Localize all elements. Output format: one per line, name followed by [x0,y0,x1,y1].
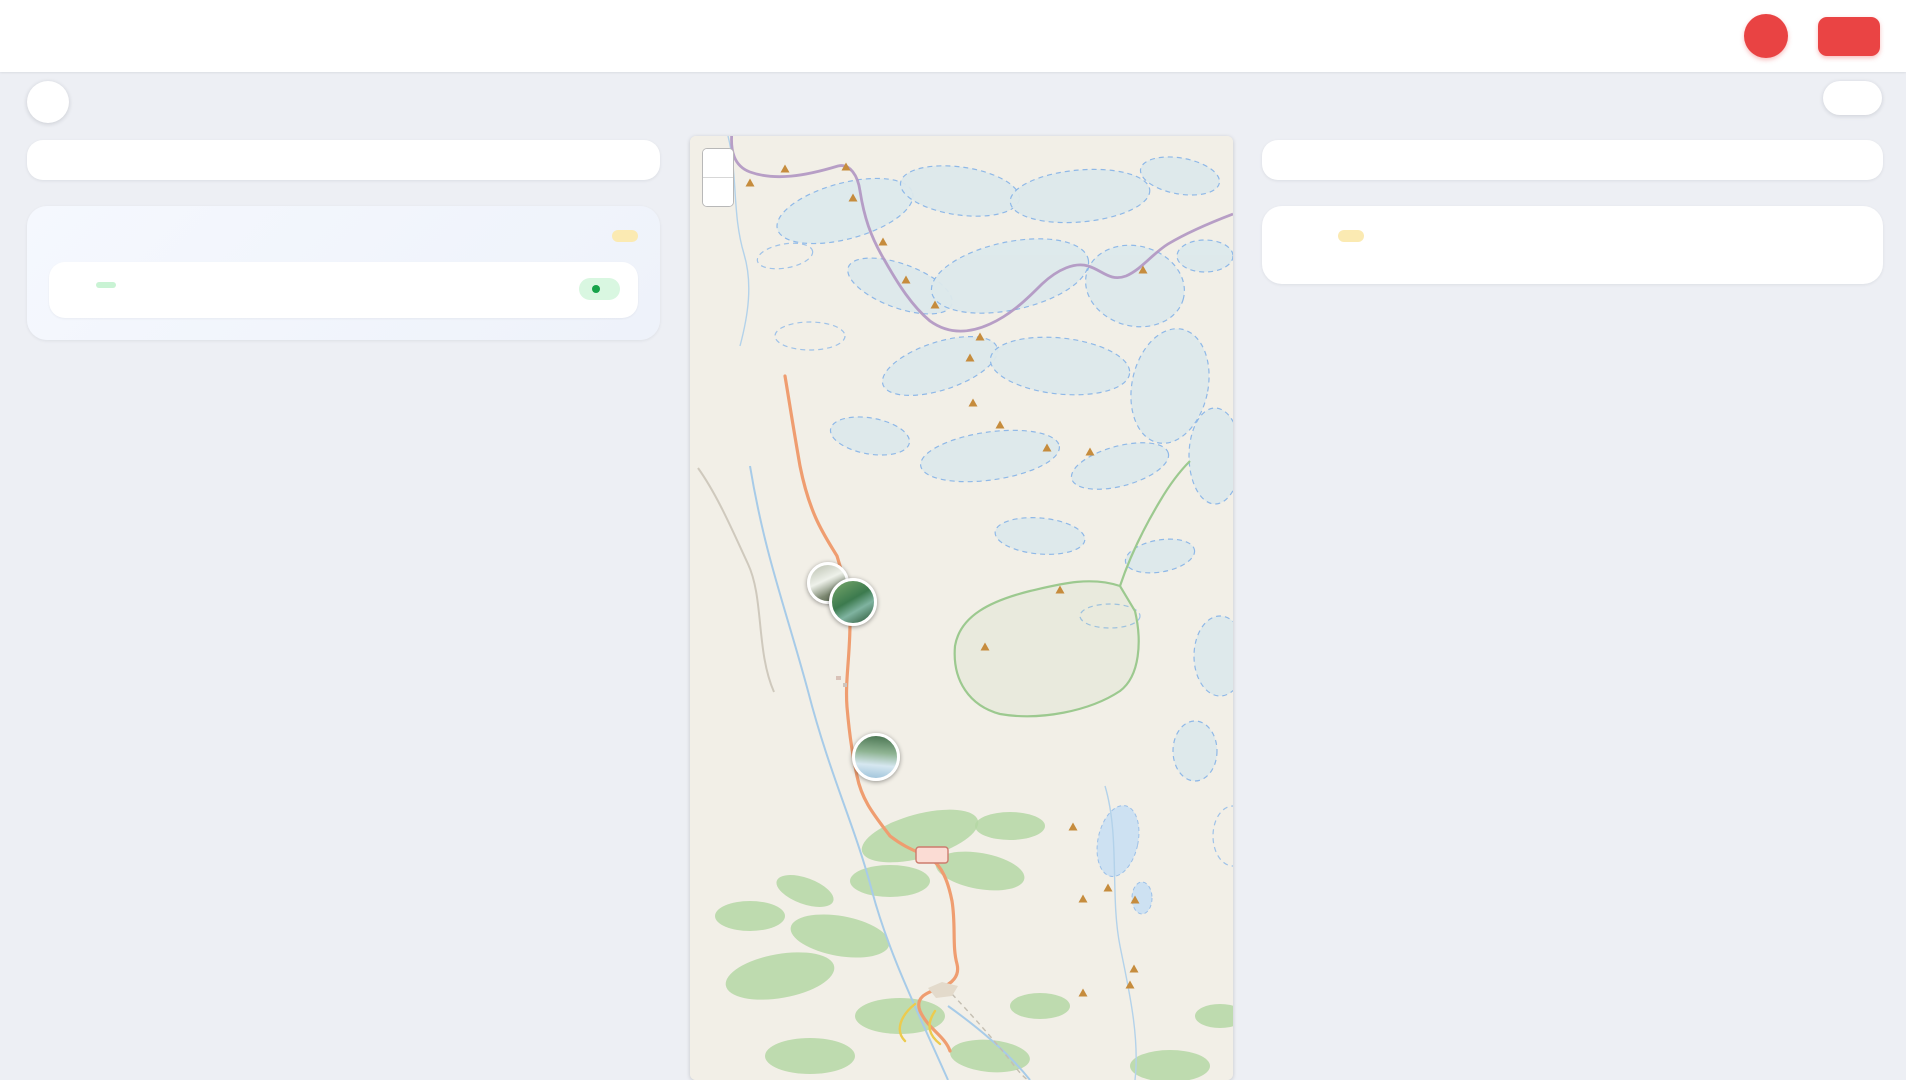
map[interactable] [690,136,1233,1080]
brand [26,17,286,55]
status-badge [579,278,620,300]
header-right [1744,14,1880,58]
aws-panel-header [1282,224,1863,248]
ews-summary-card [27,140,660,180]
bell-icon [1756,26,1777,47]
left-column [27,140,660,340]
status-dot-icon [592,285,600,293]
active-count-badge [1338,230,1364,242]
ews-panel-header [49,226,638,246]
zoom-in-button[interactable] [703,149,733,177]
top-bar [0,0,1906,72]
logout-icon [1836,28,1853,45]
dark-mode-toggle[interactable] [1823,81,1882,115]
ews-panel [27,206,660,340]
live-badge [96,282,116,288]
map-canvas [690,136,1233,1080]
active-count-badge [612,230,638,242]
right-column [1262,140,1883,284]
station-photo-marker[interactable] [829,578,877,626]
hydrology-logo-icon [26,17,64,55]
aws-summary-card [1262,140,1883,180]
aws-panel [1262,206,1883,284]
station-photo-marker[interactable] [852,733,900,781]
station-card-header [67,278,620,300]
sun-cloud-icon [1282,224,1306,248]
droplet-icon [49,226,69,246]
notifications-button[interactable] [1744,14,1788,58]
ews-station-card [49,262,638,318]
map-zoom-control [702,148,734,207]
road-shield [916,847,948,863]
logout-button[interactable] [1818,17,1880,56]
moon-icon [1840,90,1856,106]
back-button[interactable] [27,81,69,123]
zoom-out-button[interactable] [703,178,733,206]
status-ring-icon [75,278,88,291]
arrow-left-icon [38,92,58,112]
